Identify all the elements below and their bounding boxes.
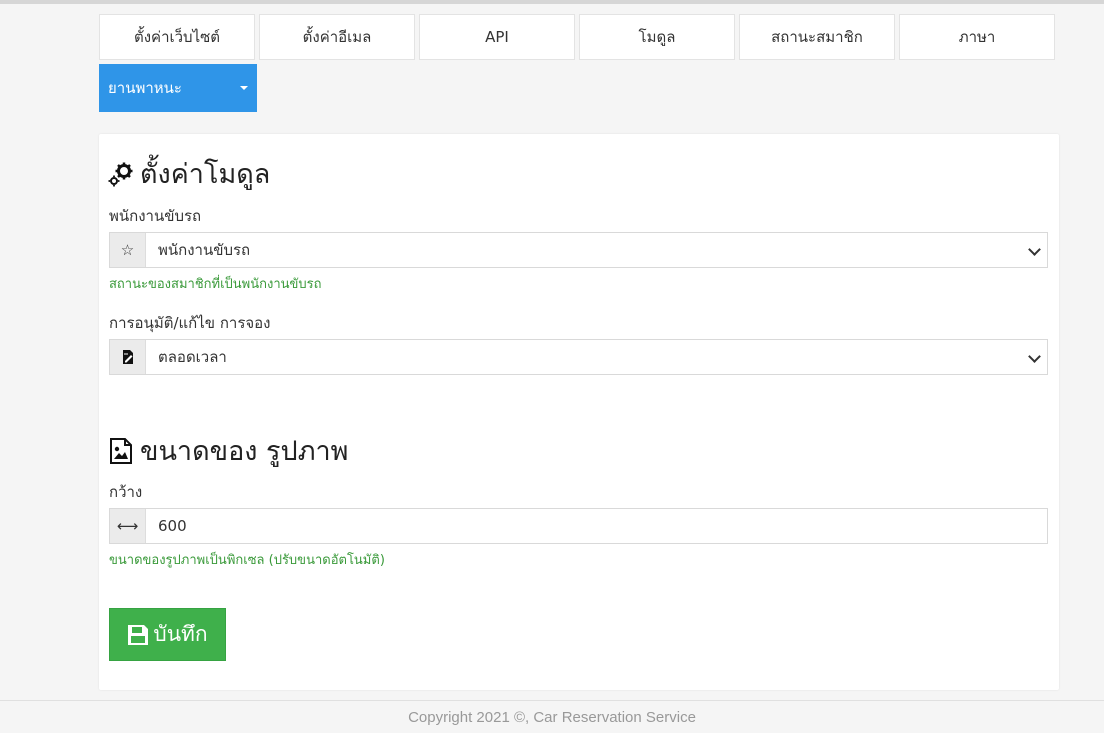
module-settings-heading: ตั้งค่าโมดูล — [108, 152, 270, 195]
approval-label: การอนุมัติ/แก้ไข การจอง — [109, 314, 271, 332]
tab-modules[interactable]: โมดูล — [579, 14, 735, 60]
width-label: กว้าง — [109, 483, 143, 501]
chevron-down-icon — [1028, 243, 1041, 256]
driver-select[interactable]: ☆ พนักงานขับรถ — [109, 232, 1048, 268]
tab-member-status[interactable]: สถานะสมาชิก — [739, 14, 895, 60]
settings-panel: ตั้งค่าโมดูล พนักงานขับรถ ☆ พนักงานขับรถ… — [99, 134, 1059, 690]
horizontal-arrows-icon: ⟷ — [110, 509, 146, 543]
tab-vehicles-dropdown[interactable]: ยานพาหนะ — [99, 64, 257, 112]
approval-select-value: ตลอดเวลา — [158, 348, 227, 366]
save-button-label: บันทึก — [153, 622, 208, 646]
top-border — [0, 0, 1104, 4]
chevron-down-icon — [1028, 350, 1041, 363]
tab-label: ตั้งค่าอีเมล — [302, 28, 372, 46]
section-title-text: ตั้งค่าโมดูล — [140, 159, 271, 190]
tab-label: ภาษา — [958, 28, 996, 46]
tab-label: API — [485, 28, 509, 46]
section-title-text: ขนาดของ รูปภาพ — [140, 436, 349, 467]
driver-select-value: พนักงานขับรถ — [158, 241, 251, 259]
footer: Copyright 2021 ©, Car Reservation Servic… — [0, 700, 1104, 733]
tab-label: ยานพาหนะ — [108, 79, 182, 97]
cogs-icon — [108, 161, 134, 187]
tab-label: สถานะสมาชิก — [771, 28, 863, 46]
copyright-text: Copyright 2021 ©, Car Reservation Servic… — [408, 708, 696, 726]
driver-help-text: สถานะของสมาชิกที่เป็นพนักงานขับรถ — [109, 277, 322, 292]
floppy-disk-icon — [127, 624, 149, 646]
image-icon — [108, 437, 134, 464]
caret-down-icon — [240, 86, 248, 90]
tab-language[interactable]: ภาษา — [899, 14, 1055, 60]
width-input[interactable]: ⟷ 600 — [109, 508, 1048, 544]
driver-label: พนักงานขับรถ — [109, 207, 202, 225]
file-edit-icon — [110, 340, 146, 374]
image-size-heading: ขนาดของ รูปภาพ — [108, 429, 348, 472]
approval-select[interactable]: ตลอดเวลา — [109, 339, 1048, 375]
tab-website-settings[interactable]: ตั้งค่าเว็บไซต์ — [99, 14, 255, 60]
star-icon: ☆ — [110, 233, 146, 267]
tab-label: โมดูล — [638, 28, 676, 46]
tab-email-settings[interactable]: ตั้งค่าอีเมล — [259, 14, 415, 60]
width-input-value: 600 — [158, 517, 187, 535]
save-button[interactable]: บันทึก — [109, 608, 226, 661]
tab-api[interactable]: API — [419, 14, 575, 60]
tab-label: ตั้งค่าเว็บไซต์ — [133, 28, 221, 46]
width-help-text: ขนาดของรูปภาพเป็นพิกเซล (ปรับขนาดอัตโนมั… — [109, 553, 385, 568]
